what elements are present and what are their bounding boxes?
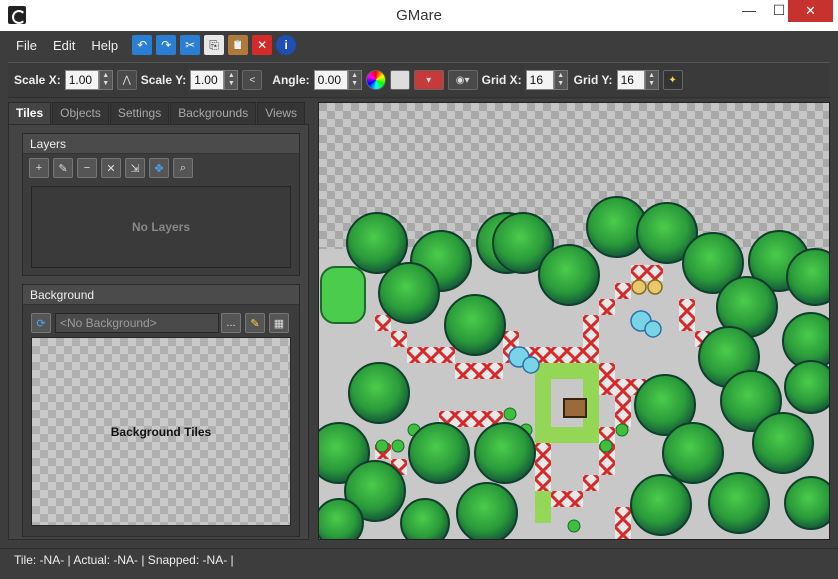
window-title: GMare	[396, 7, 442, 24]
background-select[interactable]: <No Background>	[55, 313, 219, 333]
menu-help[interactable]: Help	[83, 38, 126, 53]
grid-x-value[interactable]: 16	[525, 70, 554, 90]
tiles-tab-body: Layers + ✎ − ✕ ⇲ ✥ ⌕ No Layers Backgroun…	[8, 124, 309, 540]
grid-y-value[interactable]: 16	[616, 70, 645, 90]
toolbox-dropdown-icon[interactable]: ▾	[413, 70, 444, 90]
add-layer-icon[interactable]: +	[29, 158, 49, 178]
status-bar: Tile: -NA- | Actual: -NA- | Snapped: -NA…	[0, 548, 838, 573]
layers-toolbar: + ✎ − ✕ ⇲ ✥ ⌕	[23, 154, 299, 182]
blend-mode-icon[interactable]	[389, 70, 410, 90]
scale-y-value[interactable]: 1.00	[190, 70, 225, 90]
find-layer-icon[interactable]: ⌕	[173, 158, 193, 178]
grid-x-spinner[interactable]: 16 ▲ ▼	[525, 70, 568, 90]
background-group: Background ⟳ <No Background> ... ✎ ▦ Bac…	[22, 284, 300, 537]
room-canvas-svg[interactable]	[319, 103, 830, 540]
delete-icon[interactable]: ✕	[252, 35, 273, 55]
undo-icon[interactable]: ↶	[132, 35, 153, 55]
copy-icon[interactable]: ⎘	[204, 35, 225, 55]
angle-label: Angle:	[272, 73, 310, 87]
scale-y-label: Scale Y:	[140, 73, 187, 87]
layers-list[interactable]: No Layers	[31, 186, 291, 268]
view-dropdown-icon[interactable]: ◉▾	[447, 70, 478, 90]
minimize-button[interactable]: —	[734, 0, 764, 22]
scale-x-label: Scale X:	[14, 73, 61, 87]
redo-icon[interactable]: ↷	[156, 35, 177, 55]
paste-icon[interactable]: 📋	[228, 35, 249, 55]
background-tiles-area[interactable]: Background Tiles	[31, 337, 291, 526]
shift-layer-icon[interactable]: ⇲	[125, 158, 145, 178]
refresh-background-icon[interactable]: ⟳	[31, 313, 51, 333]
no-layers-text: No Layers	[131, 220, 191, 234]
property-toolbar: Scale X: 1.00 ▲ ▼ ⋀ Scale Y: 1.00 ▲ ▼ < An…	[8, 62, 830, 98]
grid-x-label: Grid X:	[481, 73, 522, 87]
info-icon[interactable]: i	[276, 35, 297, 55]
tab-bar: Tiles Objects Settings Backgrounds Views	[8, 102, 309, 124]
flip-horizontal-icon[interactable]: ⋀	[116, 70, 137, 90]
flip-vertical-icon[interactable]: <	[242, 70, 263, 90]
tab-settings[interactable]: Settings	[109, 102, 170, 124]
remove-layer-icon[interactable]: −	[77, 158, 97, 178]
menu-edit[interactable]: Edit	[45, 38, 83, 53]
clear-layer-icon[interactable]: ✕	[101, 158, 121, 178]
magic-wand-icon[interactable]: ✦	[662, 70, 683, 90]
grid-toggle-icon[interactable]: ▦	[269, 313, 289, 333]
flat-bush	[320, 266, 366, 324]
grid-y-spinner[interactable]: 16 ▲ ▼	[616, 70, 659, 90]
room-canvas[interactable]	[318, 102, 830, 540]
browse-background-button[interactable]: ...	[221, 313, 241, 333]
angle-value[interactable]: 0.00	[313, 70, 348, 90]
menu-file[interactable]: File	[8, 38, 45, 53]
tab-objects[interactable]: Objects	[52, 102, 109, 124]
grid-y-label: Grid Y:	[573, 73, 613, 87]
color-picker-icon[interactable]	[365, 70, 386, 90]
background-tiles-text: Background Tiles	[110, 424, 212, 439]
scale-x-spinner[interactable]: 1.00 ▲ ▼	[64, 70, 113, 90]
scale-x-arrows[interactable]: ▲ ▼	[98, 70, 113, 90]
tab-tiles[interactable]: Tiles	[8, 102, 52, 124]
scale-x-value[interactable]: 1.00	[64, 70, 99, 90]
tab-views[interactable]: Views	[257, 102, 306, 124]
edit-background-icon[interactable]: ✎	[245, 313, 265, 333]
treasure-chest	[563, 398, 587, 418]
grid-x-arrows[interactable]: ▲ ▼	[553, 70, 568, 90]
title-bar: GMare — ☐ ✕	[0, 0, 838, 31]
tab-backgrounds[interactable]: Backgrounds	[170, 102, 257, 124]
grid-y-arrows[interactable]: ▲ ▼	[644, 70, 659, 90]
cut-icon[interactable]: ✂	[180, 35, 201, 55]
move-layer-icon[interactable]: ✥	[149, 158, 169, 178]
edit-layer-icon[interactable]: ✎	[53, 158, 73, 178]
angle-spinner[interactable]: 0.00 ▲ ▼	[313, 70, 362, 90]
menu-bar: File Edit Help ↶ ↷ ✂ ⎘ 📋 ✕ i	[8, 31, 830, 59]
scale-y-arrows[interactable]: ▲ ▼	[224, 70, 239, 90]
layers-group: Layers + ✎ − ✕ ⇲ ✥ ⌕ No Layers	[22, 133, 300, 276]
scale-y-spinner[interactable]: 1.00 ▲ ▼	[190, 70, 239, 90]
background-title: Background	[23, 285, 299, 305]
close-button[interactable]: ✕	[788, 0, 833, 22]
left-panel: Tiles Objects Settings Backgrounds Views…	[8, 102, 309, 540]
angle-arrows[interactable]: ▲ ▼	[347, 70, 362, 90]
layers-title: Layers	[23, 134, 299, 154]
